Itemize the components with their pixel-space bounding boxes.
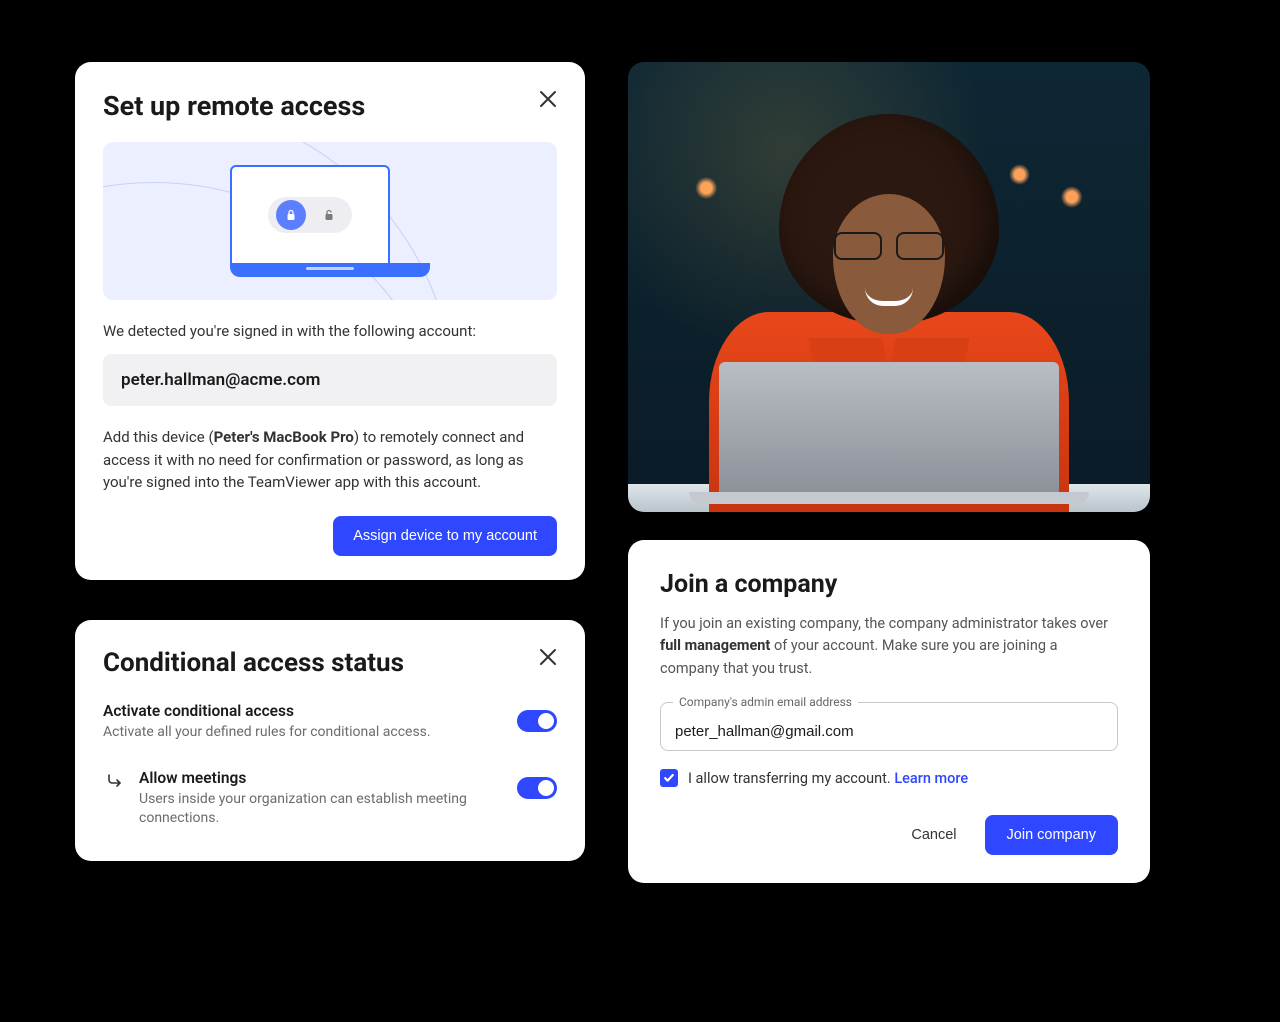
allow-transfer-label: I allow transferring my account. Learn m… [688, 770, 968, 787]
admin-email-input[interactable] [675, 723, 1103, 740]
lock-open-icon [314, 200, 344, 230]
learn-more-link[interactable]: Learn more [894, 770, 968, 787]
join-company-description: If you join an existing company, the com… [660, 613, 1118, 680]
remote-access-card: Set up remote access We detected you're … [75, 62, 585, 580]
close-icon[interactable] [535, 644, 561, 670]
join-desc-bold: full management [660, 637, 770, 654]
remote-access-illustration [103, 142, 557, 300]
activate-conditional-toggle[interactable] [517, 710, 557, 732]
allow-meetings-row: Allow meetings Users inside your organiz… [103, 769, 557, 829]
activate-conditional-title: Activate conditional access [103, 702, 487, 720]
remote-access-description: Add this device (Peter's MacBook Pro) to… [103, 426, 557, 494]
hero-photo [628, 62, 1150, 512]
activate-conditional-row: Activate conditional access Activate all… [103, 702, 557, 743]
join-company-card: Join a company If you join an existing c… [628, 540, 1150, 883]
device-name: Peter's MacBook Pro [214, 428, 354, 446]
allow-transfer-text: I allow transferring my account. [688, 770, 894, 787]
cancel-button[interactable]: Cancel [899, 817, 968, 853]
join-company-button[interactable]: Join company [985, 815, 1118, 855]
close-icon[interactable] [535, 86, 561, 112]
join-desc-prefix: If you join an existing company, the com… [660, 615, 1108, 632]
desc-prefix: Add this device ( [103, 428, 214, 446]
detected-account-text: We detected you're signed in with the fo… [103, 322, 557, 340]
conditional-access-title: Conditional access status [103, 648, 557, 678]
lock-closed-icon [276, 200, 306, 230]
admin-email-field[interactable]: Company's admin email address [660, 702, 1118, 751]
remote-access-title: Set up remote access [103, 90, 557, 122]
conditional-access-card: Conditional access status Activate condi… [75, 620, 585, 861]
allow-transfer-row: I allow transferring my account. Learn m… [660, 769, 1118, 787]
allow-meetings-sub: Users inside your organization can estab… [139, 790, 487, 829]
activate-conditional-sub: Activate all your defined rules for cond… [103, 723, 487, 743]
indent-arrow-icon [105, 771, 125, 791]
join-company-title: Join a company [660, 570, 1118, 599]
allow-meetings-toggle[interactable] [517, 777, 557, 799]
allow-meetings-title: Allow meetings [139, 769, 487, 787]
laptop-illustration [230, 165, 430, 277]
assign-device-button[interactable]: Assign device to my account [333, 516, 557, 556]
allow-transfer-checkbox[interactable] [660, 769, 678, 787]
admin-email-label: Company's admin email address [673, 695, 858, 709]
account-email: peter.hallman@acme.com [103, 354, 557, 406]
